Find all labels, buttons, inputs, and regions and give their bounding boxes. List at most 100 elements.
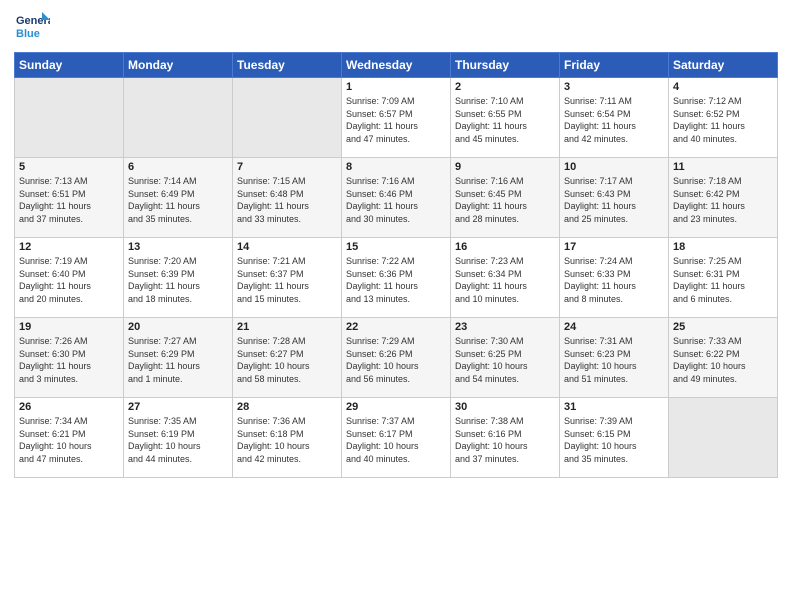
day-number: 5 <box>19 161 119 173</box>
week-row-4: 19 Sunrise: 7:26 AM Sunset: 6:30 PM Dayli… <box>15 318 778 398</box>
day-cell: 11 Sunrise: 7:18 AM Sunset: 6:42 PM Dayli… <box>669 158 778 238</box>
day-number: 6 <box>128 161 228 173</box>
week-row-3: 12 Sunrise: 7:19 AM Sunset: 6:40 PM Dayli… <box>15 238 778 318</box>
day-cell: 16 Sunrise: 7:23 AM Sunset: 6:34 PM Dayli… <box>451 238 560 318</box>
day-cell: 15 Sunrise: 7:22 AM Sunset: 6:36 PM Dayli… <box>342 238 451 318</box>
day-number: 24 <box>564 321 664 333</box>
day-cell <box>15 78 124 158</box>
day-number: 10 <box>564 161 664 173</box>
day-info: Sunrise: 7:34 AM Sunset: 6:21 PM Dayligh… <box>19 415 119 465</box>
day-cell: 21 Sunrise: 7:28 AM Sunset: 6:27 PM Dayli… <box>233 318 342 398</box>
day-cell: 30Sunrise: 7:38 AM Sunset: 6:16 PM Dayli… <box>451 398 560 478</box>
week-row-1: 1 Sunrise: 7:09 AM Sunset: 6:57 PM Daylig… <box>15 78 778 158</box>
header: General Blue <box>14 10 778 46</box>
day-cell: 17 Sunrise: 7:24 AM Sunset: 6:33 PM Dayli… <box>560 238 669 318</box>
day-info: Sunrise: 7:16 AM Sunset: 6:45 PM Dayligh… <box>455 175 555 225</box>
header-cell-friday: Friday <box>560 53 669 78</box>
calendar-header: SundayMondayTuesdayWednesdayThursdayFrid… <box>15 53 778 78</box>
header-row: SundayMondayTuesdayWednesdayThursdayFrid… <box>15 53 778 78</box>
day-cell: 19 Sunrise: 7:26 AM Sunset: 6:30 PM Dayli… <box>15 318 124 398</box>
day-cell: 9 Sunrise: 7:16 AM Sunset: 6:45 PM Daylig… <box>451 158 560 238</box>
day-info: Sunrise: 7:19 AM Sunset: 6:40 PM Dayligh… <box>19 255 119 305</box>
day-info: Sunrise: 7:17 AM Sunset: 6:43 PM Dayligh… <box>564 175 664 225</box>
header-cell-thursday: Thursday <box>451 53 560 78</box>
day-info: Sunrise: 7:31 AM Sunset: 6:23 PM Dayligh… <box>564 335 664 385</box>
day-number: 9 <box>455 161 555 173</box>
day-info: Sunrise: 7:39 AM Sunset: 6:15 PM Dayligh… <box>564 415 664 465</box>
day-cell: 18Sunrise: 7:25 AM Sunset: 6:31 PM Dayli… <box>669 238 778 318</box>
day-cell <box>124 78 233 158</box>
week-row-5: 26Sunrise: 7:34 AM Sunset: 6:21 PM Dayli… <box>15 398 778 478</box>
day-cell: 23 Sunrise: 7:30 AM Sunset: 6:25 PM Dayli… <box>451 318 560 398</box>
day-number: 25 <box>673 321 773 333</box>
day-info: Sunrise: 7:18 AM Sunset: 6:42 PM Dayligh… <box>673 175 773 225</box>
day-info: Sunrise: 7:22 AM Sunset: 6:36 PM Dayligh… <box>346 255 446 305</box>
svg-text:Blue: Blue <box>16 28 40 40</box>
day-number: 31 <box>564 401 664 413</box>
day-cell: 8 Sunrise: 7:16 AM Sunset: 6:46 PM Daylig… <box>342 158 451 238</box>
day-number: 16 <box>455 241 555 253</box>
day-info: Sunrise: 7:11 AM Sunset: 6:54 PM Dayligh… <box>564 95 664 145</box>
day-number: 7 <box>237 161 337 173</box>
day-info: Sunrise: 7:20 AM Sunset: 6:39 PM Dayligh… <box>128 255 228 305</box>
day-info: Sunrise: 7:10 AM Sunset: 6:55 PM Dayligh… <box>455 95 555 145</box>
day-info: Sunrise: 7:25 AM Sunset: 6:31 PM Dayligh… <box>673 255 773 305</box>
day-info: Sunrise: 7:24 AM Sunset: 6:33 PM Dayligh… <box>564 255 664 305</box>
calendar-table: SundayMondayTuesdayWednesdayThursdayFrid… <box>14 52 778 478</box>
day-cell: 2 Sunrise: 7:10 AM Sunset: 6:55 PM Daylig… <box>451 78 560 158</box>
day-info: Sunrise: 7:16 AM Sunset: 6:46 PM Dayligh… <box>346 175 446 225</box>
day-cell: 29 Sunrise: 7:37 AM Sunset: 6:17 PM Dayli… <box>342 398 451 478</box>
day-info: Sunrise: 7:26 AM Sunset: 6:30 PM Dayligh… <box>19 335 119 385</box>
day-info: Sunrise: 7:27 AM Sunset: 6:29 PM Dayligh… <box>128 335 228 385</box>
page-container: General Blue SundayMondayTuesdayWednesda… <box>0 0 792 488</box>
header-cell-wednesday: Wednesday <box>342 53 451 78</box>
day-number: 27 <box>128 401 228 413</box>
day-cell: 28Sunrise: 7:36 AM Sunset: 6:18 PM Dayli… <box>233 398 342 478</box>
day-info: Sunrise: 7:14 AM Sunset: 6:49 PM Dayligh… <box>128 175 228 225</box>
day-number: 8 <box>346 161 446 173</box>
day-cell: 10 Sunrise: 7:17 AM Sunset: 6:43 PM Dayli… <box>560 158 669 238</box>
day-cell: 31 Sunrise: 7:39 AM Sunset: 6:15 PM Dayli… <box>560 398 669 478</box>
day-number: 3 <box>564 81 664 93</box>
day-cell: 5 Sunrise: 7:13 AM Sunset: 6:51 PM Daylig… <box>15 158 124 238</box>
day-cell: 14Sunrise: 7:21 AM Sunset: 6:37 PM Dayli… <box>233 238 342 318</box>
day-info: Sunrise: 7:12 AM Sunset: 6:52 PM Dayligh… <box>673 95 773 145</box>
day-info: Sunrise: 7:35 AM Sunset: 6:19 PM Dayligh… <box>128 415 228 465</box>
day-info: Sunrise: 7:21 AM Sunset: 6:37 PM Dayligh… <box>237 255 337 305</box>
day-number: 2 <box>455 81 555 93</box>
week-row-2: 5 Sunrise: 7:13 AM Sunset: 6:51 PM Daylig… <box>15 158 778 238</box>
day-number: 4 <box>673 81 773 93</box>
calendar-body: 1 Sunrise: 7:09 AM Sunset: 6:57 PM Daylig… <box>15 78 778 478</box>
day-number: 29 <box>346 401 446 413</box>
day-cell: 1 Sunrise: 7:09 AM Sunset: 6:57 PM Daylig… <box>342 78 451 158</box>
day-info: Sunrise: 7:13 AM Sunset: 6:51 PM Dayligh… <box>19 175 119 225</box>
day-number: 17 <box>564 241 664 253</box>
day-info: Sunrise: 7:09 AM Sunset: 6:57 PM Dayligh… <box>346 95 446 145</box>
day-number: 19 <box>19 321 119 333</box>
day-info: Sunrise: 7:29 AM Sunset: 6:26 PM Dayligh… <box>346 335 446 385</box>
day-cell: 25 Sunrise: 7:33 AM Sunset: 6:22 PM Dayli… <box>669 318 778 398</box>
day-cell <box>233 78 342 158</box>
day-info: Sunrise: 7:33 AM Sunset: 6:22 PM Dayligh… <box>673 335 773 385</box>
day-number: 23 <box>455 321 555 333</box>
day-number: 22 <box>346 321 446 333</box>
day-info: Sunrise: 7:23 AM Sunset: 6:34 PM Dayligh… <box>455 255 555 305</box>
day-info: Sunrise: 7:37 AM Sunset: 6:17 PM Dayligh… <box>346 415 446 465</box>
day-number: 15 <box>346 241 446 253</box>
header-cell-saturday: Saturday <box>669 53 778 78</box>
day-cell: 6 Sunrise: 7:14 AM Sunset: 6:49 PM Daylig… <box>124 158 233 238</box>
day-info: Sunrise: 7:30 AM Sunset: 6:25 PM Dayligh… <box>455 335 555 385</box>
day-info: Sunrise: 7:28 AM Sunset: 6:27 PM Dayligh… <box>237 335 337 385</box>
day-cell: 27 Sunrise: 7:35 AM Sunset: 6:19 PM Dayli… <box>124 398 233 478</box>
day-cell: 12 Sunrise: 7:19 AM Sunset: 6:40 PM Dayli… <box>15 238 124 318</box>
day-info: Sunrise: 7:36 AM Sunset: 6:18 PM Dayligh… <box>237 415 337 465</box>
day-number: 12 <box>19 241 119 253</box>
day-number: 21 <box>237 321 337 333</box>
day-number: 20 <box>128 321 228 333</box>
header-cell-sunday: Sunday <box>15 53 124 78</box>
day-cell: 13Sunrise: 7:20 AM Sunset: 6:39 PM Dayli… <box>124 238 233 318</box>
day-cell: 26Sunrise: 7:34 AM Sunset: 6:21 PM Dayli… <box>15 398 124 478</box>
day-number: 1 <box>346 81 446 93</box>
day-cell: 20 Sunrise: 7:27 AM Sunset: 6:29 PM Dayli… <box>124 318 233 398</box>
day-number: 11 <box>673 161 773 173</box>
